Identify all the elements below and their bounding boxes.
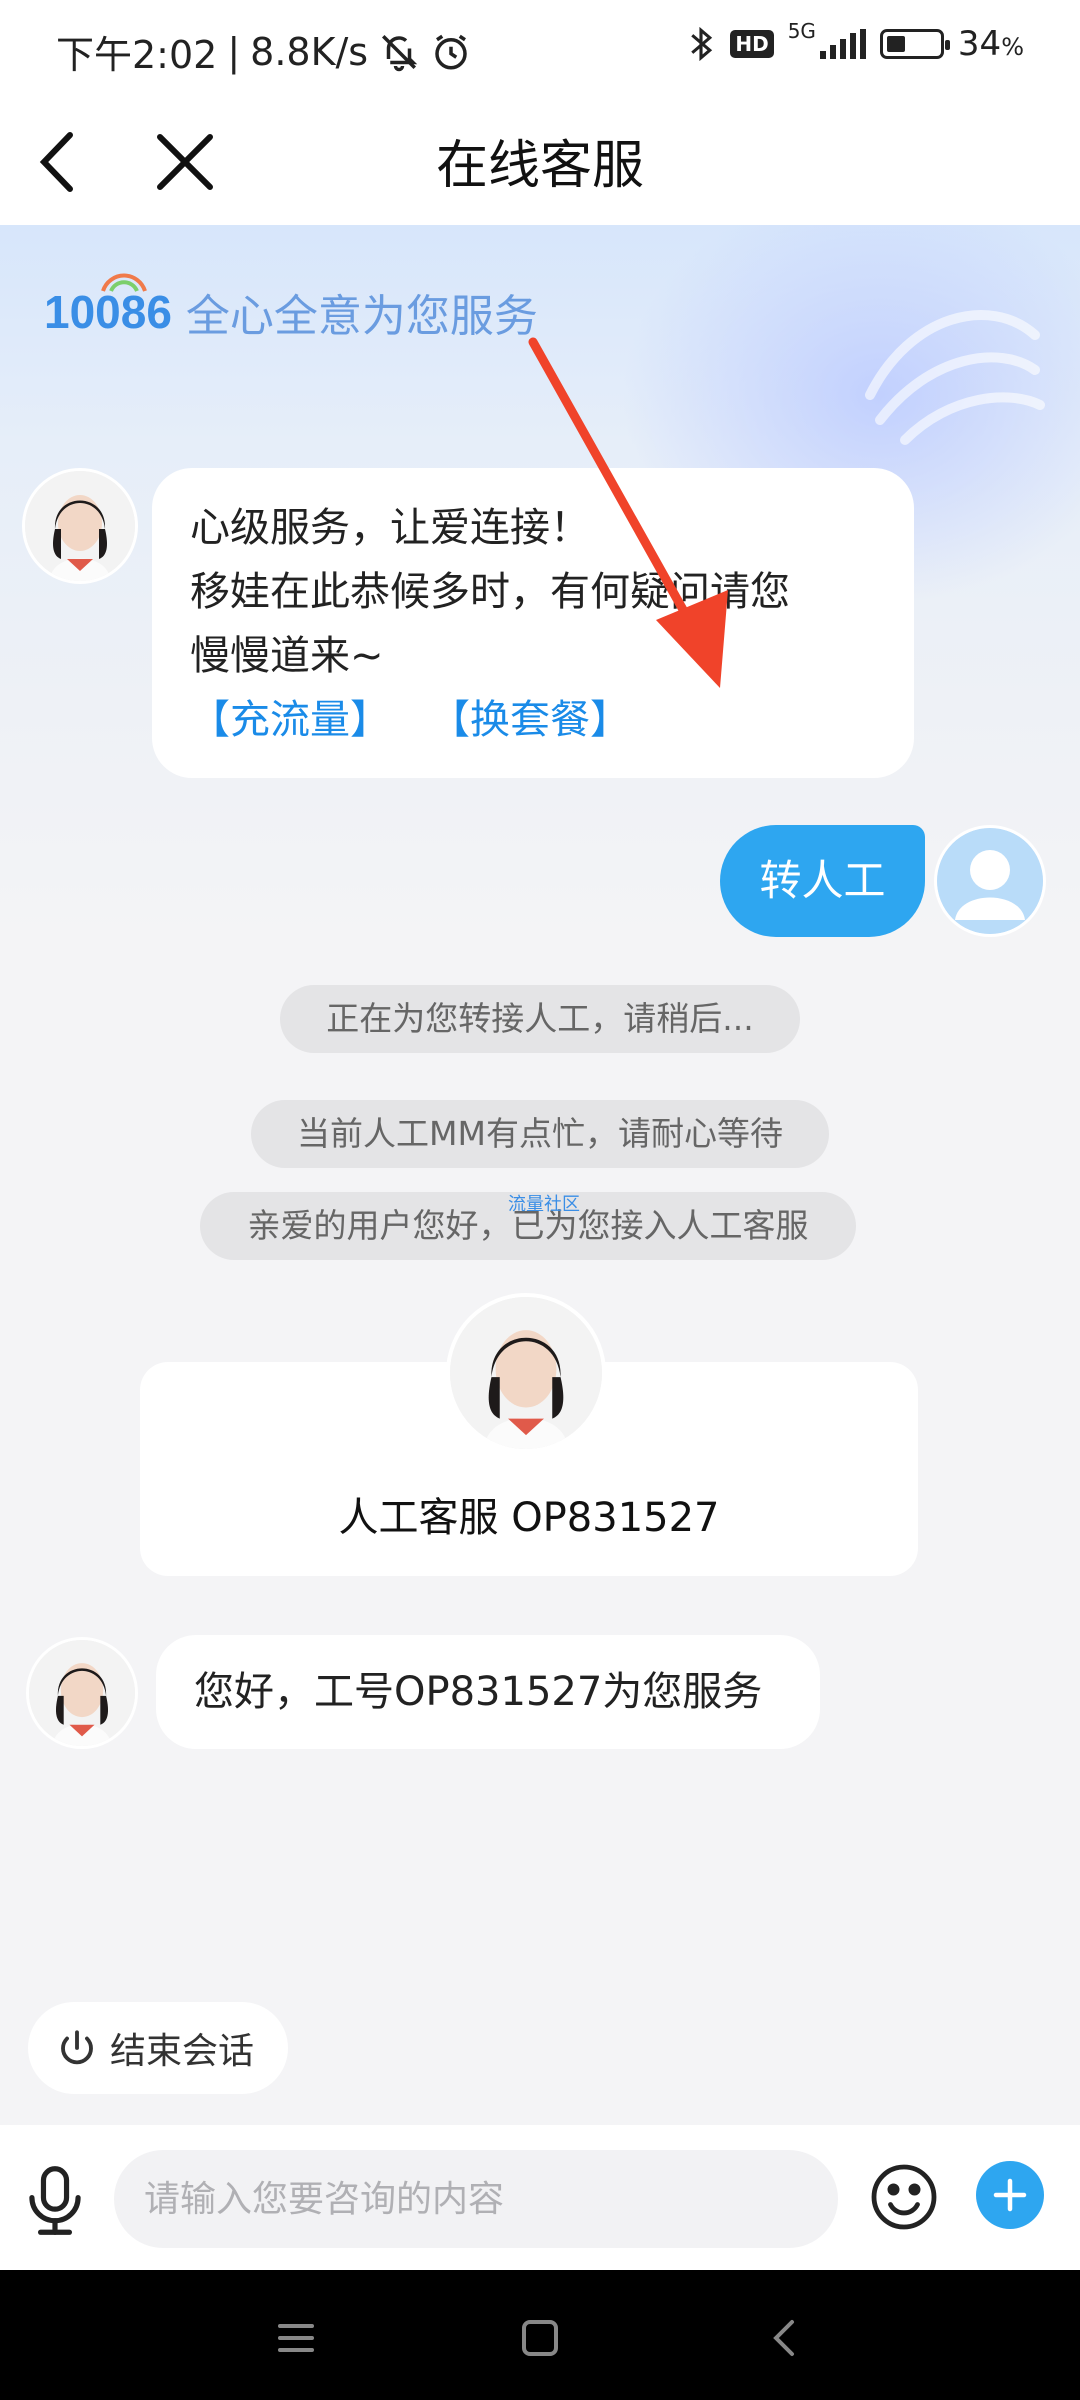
china-mobile-logo-icon: [865, 310, 1045, 445]
agent-portrait-icon: [29, 1640, 135, 1746]
system-nav-bar: [0, 2270, 1080, 2400]
user-avatar-icon: [937, 828, 1043, 934]
end-chat-label: 结束会话: [110, 2031, 255, 2072]
battery-fill: [886, 36, 905, 52]
user-message-bubble: 转人工: [720, 825, 925, 937]
more-options-button[interactable]: [976, 2161, 1044, 2229]
message-input[interactable]: [114, 2150, 838, 2248]
agent-portrait-icon: [450, 1297, 602, 1449]
bot-welcome-bubble: 心级服务，让爱连接！ 移娃在此恭候多时，有何疑问请您 慢慢道来~ 【充流量】 【…: [152, 468, 914, 778]
watermark-text: 流量社区: [508, 1194, 580, 1215]
menu-icon: [278, 2324, 314, 2352]
emoji-button[interactable]: [868, 2161, 940, 2233]
system-back-button[interactable]: [756, 2308, 816, 2368]
end-chat-button[interactable]: 结束会话: [28, 2002, 289, 2094]
brand-banner: 10086 全心全意为您服务: [44, 273, 538, 344]
signal-icon: [819, 29, 866, 59]
network-type: 5G: [787, 19, 816, 43]
page-title: 在线客服: [435, 136, 644, 196]
user-message-text: 转人工: [759, 856, 886, 905]
system-notice-transferring: 正在为您转接人工，请稍后...: [280, 985, 800, 1053]
title-bar: 在线客服: [0, 95, 1080, 225]
power-icon: [61, 2030, 93, 2065]
battery-percent: 34%: [957, 24, 1024, 64]
brand-slogan: 全心全意为您服务: [185, 291, 538, 342]
alarm-icon: [435, 34, 467, 69]
bluetooth-icon: [691, 26, 713, 62]
welcome-line-2: 移娃在此恭候多时，有何疑问请您: [190, 569, 790, 615]
quick-links: 【充流量】 【换套餐】: [190, 688, 876, 752]
status-time: 下午2:02: [56, 33, 218, 77]
hd-badge: HD: [730, 30, 774, 58]
input-bar: [0, 2125, 1080, 2270]
agent-greeting-text: 您好，工号OP831527为您服务: [194, 1669, 763, 1715]
agent-card-avatar[interactable]: [446, 1293, 606, 1453]
chat-area[interactable]: 10086 全心全意为您服务 心级服务，让爱连接！ 移娃在此恭候多时，有何疑问请…: [0, 225, 1080, 2125]
battery-icon: [879, 29, 950, 59]
microphone-icon: [29, 2166, 81, 2235]
status-separator: |: [227, 29, 241, 74]
emoji-icon: [871, 2164, 937, 2230]
bot-avatar[interactable]: [22, 468, 138, 584]
user-avatar[interactable]: [934, 825, 1046, 937]
home-button[interactable]: [510, 2308, 570, 2368]
home-icon: [522, 2320, 558, 2356]
welcome-line-3: 慢慢道来~: [190, 633, 384, 679]
plus-icon: [993, 2178, 1027, 2212]
wifi-arc-icon: [101, 273, 147, 292]
agent-portrait-icon: [25, 471, 135, 581]
agent-card-name: 人工客服 OP831527: [338, 1495, 720, 1541]
back-icon: [773, 2320, 794, 2356]
brand-number: 10086: [44, 273, 172, 339]
recharge-data-link[interactable]: 【充流量】: [190, 688, 390, 752]
agent-avatar[interactable]: [26, 1637, 138, 1749]
recent-apps-button[interactable]: [266, 2308, 326, 2368]
mute-icon: [382, 34, 418, 71]
change-plan-link[interactable]: 【换套餐】: [430, 688, 630, 752]
status-bar: 下午2:02 | 8.8K/s HD 5G 34%: [0, 0, 1080, 95]
agent-greeting-bubble: 您好，工号OP831527为您服务: [156, 1635, 820, 1749]
status-net-speed: 8.8K/s: [250, 29, 369, 74]
voice-input-button[interactable]: [20, 2163, 90, 2238]
welcome-line-1: 心级服务，让爱连接！: [190, 505, 590, 551]
system-notice-busy: 当前人工MM有点忙，请耐心等待: [251, 1100, 829, 1168]
